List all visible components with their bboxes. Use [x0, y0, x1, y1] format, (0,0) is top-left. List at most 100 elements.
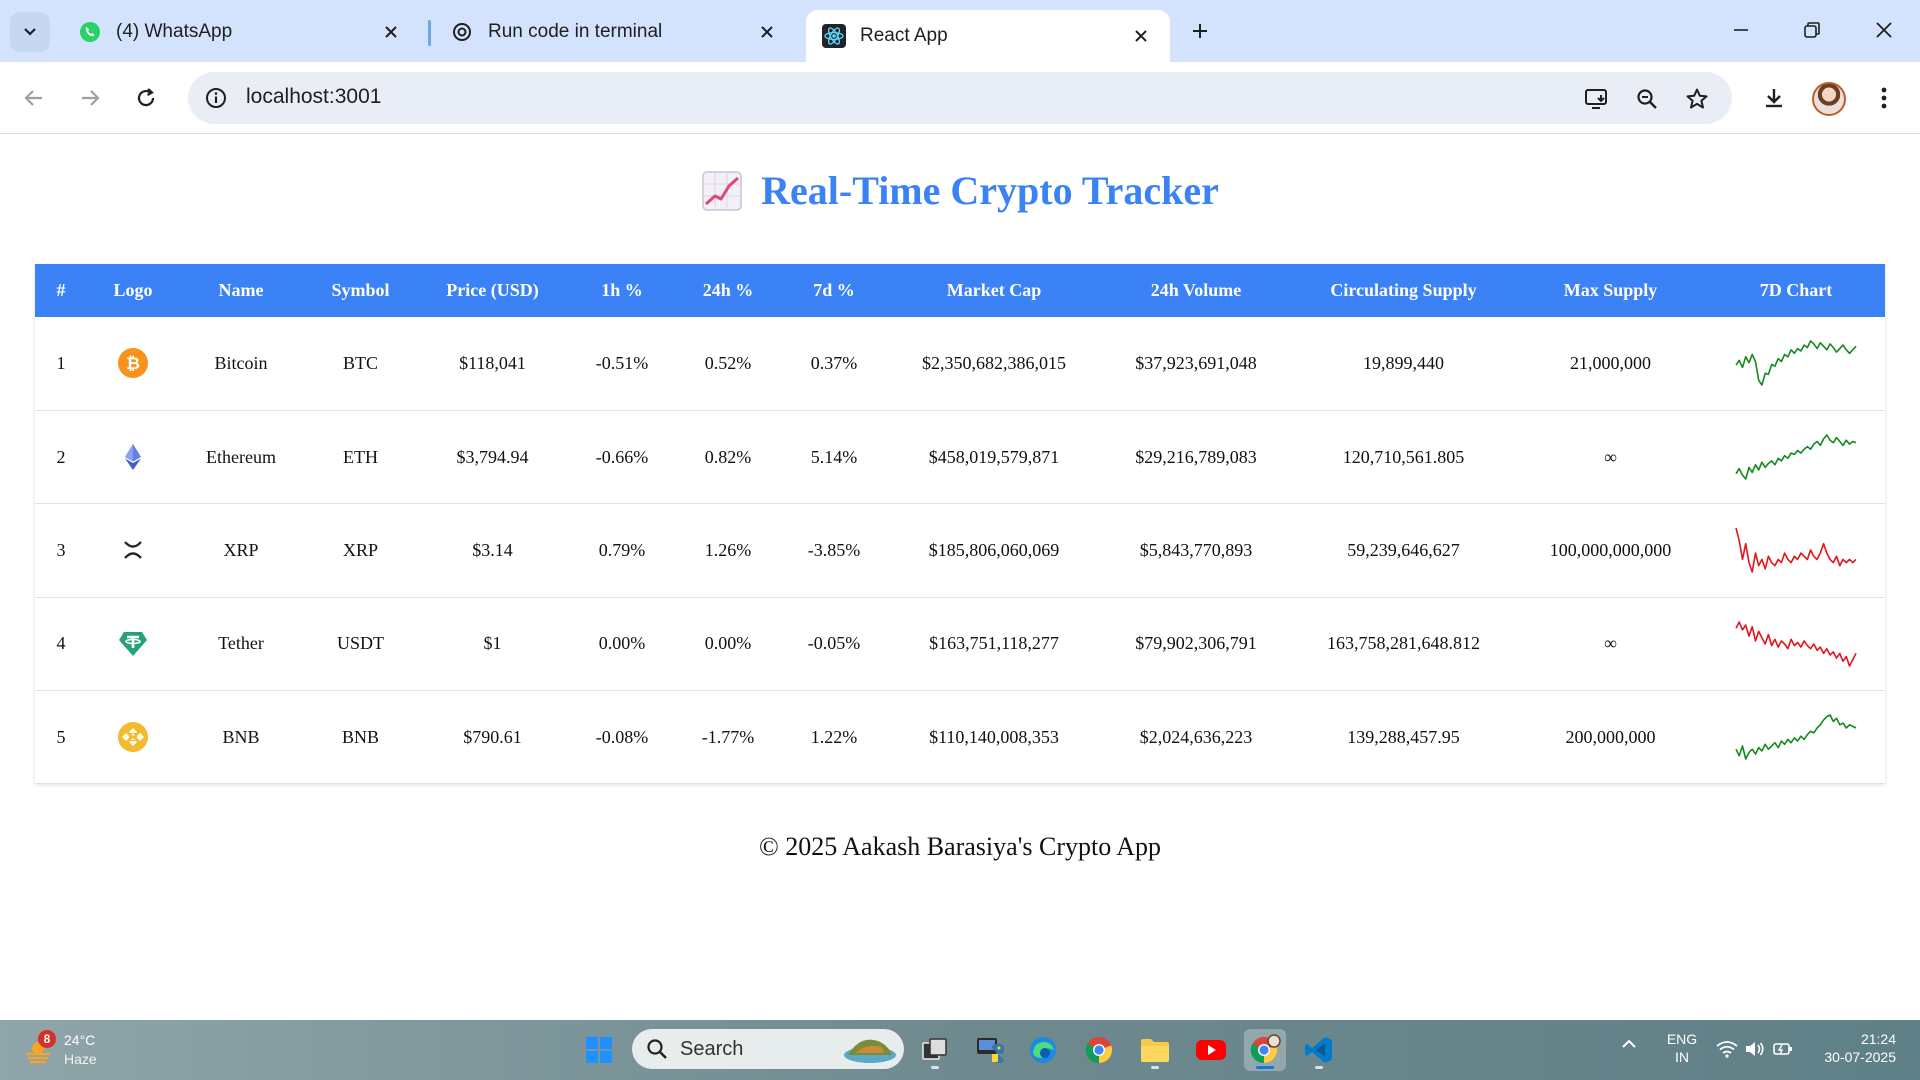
- bnb-logo: [117, 721, 149, 753]
- tab-whatsapp[interactable]: (4) WhatsApp: [62, 10, 420, 54]
- column-header[interactable]: 24h %: [677, 264, 779, 317]
- chrome-app[interactable]: [1078, 1029, 1120, 1071]
- download-icon: [1766, 89, 1782, 108]
- chrome-profile-app[interactable]: [1244, 1029, 1286, 1071]
- max-supply-cell: 200,000,000: [1514, 690, 1707, 785]
- edge-browser-app[interactable]: [1022, 1029, 1064, 1071]
- url-text[interactable]: localhost:3001: [246, 85, 381, 109]
- column-header[interactable]: Symbol: [303, 264, 418, 317]
- logo-cell: [87, 597, 179, 692]
- reload-button[interactable]: [128, 80, 164, 116]
- vscode-app[interactable]: [1298, 1029, 1340, 1071]
- close-tab-icon[interactable]: [1128, 23, 1154, 49]
- change-24h-cell: 0.82%: [677, 410, 779, 505]
- bookmark-button[interactable]: [1680, 82, 1714, 116]
- volume-cell: $37,923,691,048: [1099, 317, 1293, 411]
- page-content: Real-Time Crypto Tracker # Logo Name Sym…: [0, 135, 1920, 1020]
- change-7d-cell: 5.14%: [779, 410, 889, 505]
- start-button[interactable]: [578, 1029, 620, 1071]
- symbol-cell: BTC: [303, 317, 418, 411]
- change-24h-cell: -1.77%: [677, 690, 779, 785]
- page-title-row: Real-Time Crypto Tracker: [0, 167, 1920, 214]
- circulating-supply-cell: 163,758,281,648.812: [1293, 597, 1514, 692]
- arrow-right-icon: [82, 90, 100, 106]
- column-header[interactable]: Max Supply: [1514, 264, 1707, 317]
- file-explorer-app[interactable]: [1134, 1029, 1176, 1071]
- tab-search-button[interactable]: [10, 12, 50, 52]
- column-header[interactable]: 7d %: [779, 264, 889, 317]
- browser-menu-button[interactable]: [1866, 80, 1902, 116]
- forward-button[interactable]: [72, 80, 108, 116]
- column-header[interactable]: 24h Volume: [1099, 264, 1293, 317]
- install-app-button[interactable]: [1580, 82, 1614, 116]
- column-header[interactable]: Name: [179, 264, 303, 317]
- folder-icon: [1141, 1039, 1169, 1062]
- xrp-logo: [117, 534, 149, 566]
- new-tab-button[interactable]: [1183, 14, 1217, 48]
- tab-react-app[interactable]: React App: [806, 10, 1170, 62]
- address-bar[interactable]: localhost:3001: [188, 72, 1732, 124]
- sparkline-series: [1735, 528, 1857, 574]
- tab-run-code[interactable]: Run code in terminal: [434, 10, 796, 54]
- column-header[interactable]: 1h %: [567, 264, 677, 317]
- arrow-left-icon: [24, 90, 42, 106]
- youtube-app[interactable]: [1190, 1029, 1232, 1071]
- region-code: IN: [1675, 1049, 1689, 1065]
- wifi-icon[interactable]: [1716, 1040, 1738, 1062]
- clock-date: 30-07-2025: [1824, 1049, 1896, 1065]
- minimize-icon: [1734, 29, 1748, 31]
- battery-icon[interactable]: [1772, 1040, 1794, 1062]
- zoom-icon: [1637, 89, 1657, 109]
- table-row[interactable]: 4 Tether USDT $1 0.00% 0.00% -0.05% $163…: [35, 597, 1885, 692]
- rank-cell: 2: [35, 410, 87, 505]
- close-window-button[interactable]: [1861, 12, 1907, 48]
- symbol-cell: XRP: [303, 503, 418, 598]
- vscode-icon: [1305, 1037, 1332, 1063]
- name-cell: BNB: [179, 690, 303, 785]
- close-tab-icon[interactable]: [378, 19, 404, 45]
- task-view-button[interactable]: [914, 1029, 956, 1071]
- profile-avatar[interactable]: [1812, 82, 1846, 116]
- symbol-cell: ETH: [303, 410, 418, 505]
- back-button[interactable]: [16, 80, 52, 116]
- price-cell: $118,041: [418, 317, 567, 411]
- downloads-button[interactable]: [1756, 80, 1792, 116]
- minimize-button[interactable]: [1718, 12, 1764, 48]
- market-cap-cell: $2,350,682,386,015: [889, 317, 1099, 411]
- page-title: Real-Time Crypto Tracker: [761, 168, 1219, 213]
- column-header[interactable]: #: [35, 264, 87, 317]
- star-icon: [1686, 88, 1708, 109]
- weather-widget[interactable]: 8 24°C Haze: [22, 1030, 132, 1072]
- table-header-row: # Logo Name Symbol Price (USD) 1h % 24h …: [35, 264, 1885, 317]
- plus-icon: [1193, 24, 1207, 38]
- restore-button[interactable]: [1789, 12, 1835, 48]
- table-row[interactable]: 5 BNB BNB $790.61 -0.08% -1.77% 1.22% $1…: [35, 690, 1885, 785]
- price-cell: $1: [418, 597, 567, 692]
- column-header[interactable]: Market Cap: [889, 264, 1099, 317]
- clock[interactable]: 21:24 30-07-2025: [1812, 1030, 1896, 1066]
- chevron-down-icon: [24, 28, 36, 36]
- column-header[interactable]: Logo: [87, 264, 179, 317]
- table-row[interactable]: 3 XRP XRP $3.14 0.79% 1.26% -3.85% $185,…: [35, 503, 1885, 598]
- show-hidden-icons-button[interactable]: [1620, 1036, 1638, 1054]
- volume-icon[interactable]: [1744, 1040, 1766, 1062]
- chart-increasing-icon: [701, 170, 743, 212]
- whatsapp-icon: [78, 20, 102, 44]
- python-ide-app[interactable]: [970, 1029, 1012, 1071]
- column-header[interactable]: Price (USD): [418, 264, 567, 317]
- chart-cell: [1707, 410, 1885, 505]
- logo-cell: [87, 410, 179, 505]
- taskbar-search[interactable]: Search: [632, 1029, 904, 1069]
- table-row[interactable]: 1 ₿ Bitcoin BTC $118,041 -0.51% 0.52% 0.…: [35, 317, 1885, 411]
- site-info-icon[interactable]: [202, 84, 230, 112]
- running-indicator: [931, 1066, 939, 1069]
- close-tab-icon[interactable]: [754, 19, 780, 45]
- table-row[interactable]: 2 Ethereum ETH $3,794.94 -0.66% 0.82% 5.…: [35, 410, 1885, 505]
- zoom-button[interactable]: [1630, 82, 1664, 116]
- language-indicator[interactable]: ENG IN: [1662, 1030, 1702, 1066]
- column-header[interactable]: 7D Chart: [1707, 264, 1885, 317]
- column-header[interactable]: Circulating Supply: [1293, 264, 1514, 317]
- name-cell: Ethereum: [179, 410, 303, 505]
- react-icon: [822, 24, 846, 48]
- logo-cell: [87, 503, 179, 598]
